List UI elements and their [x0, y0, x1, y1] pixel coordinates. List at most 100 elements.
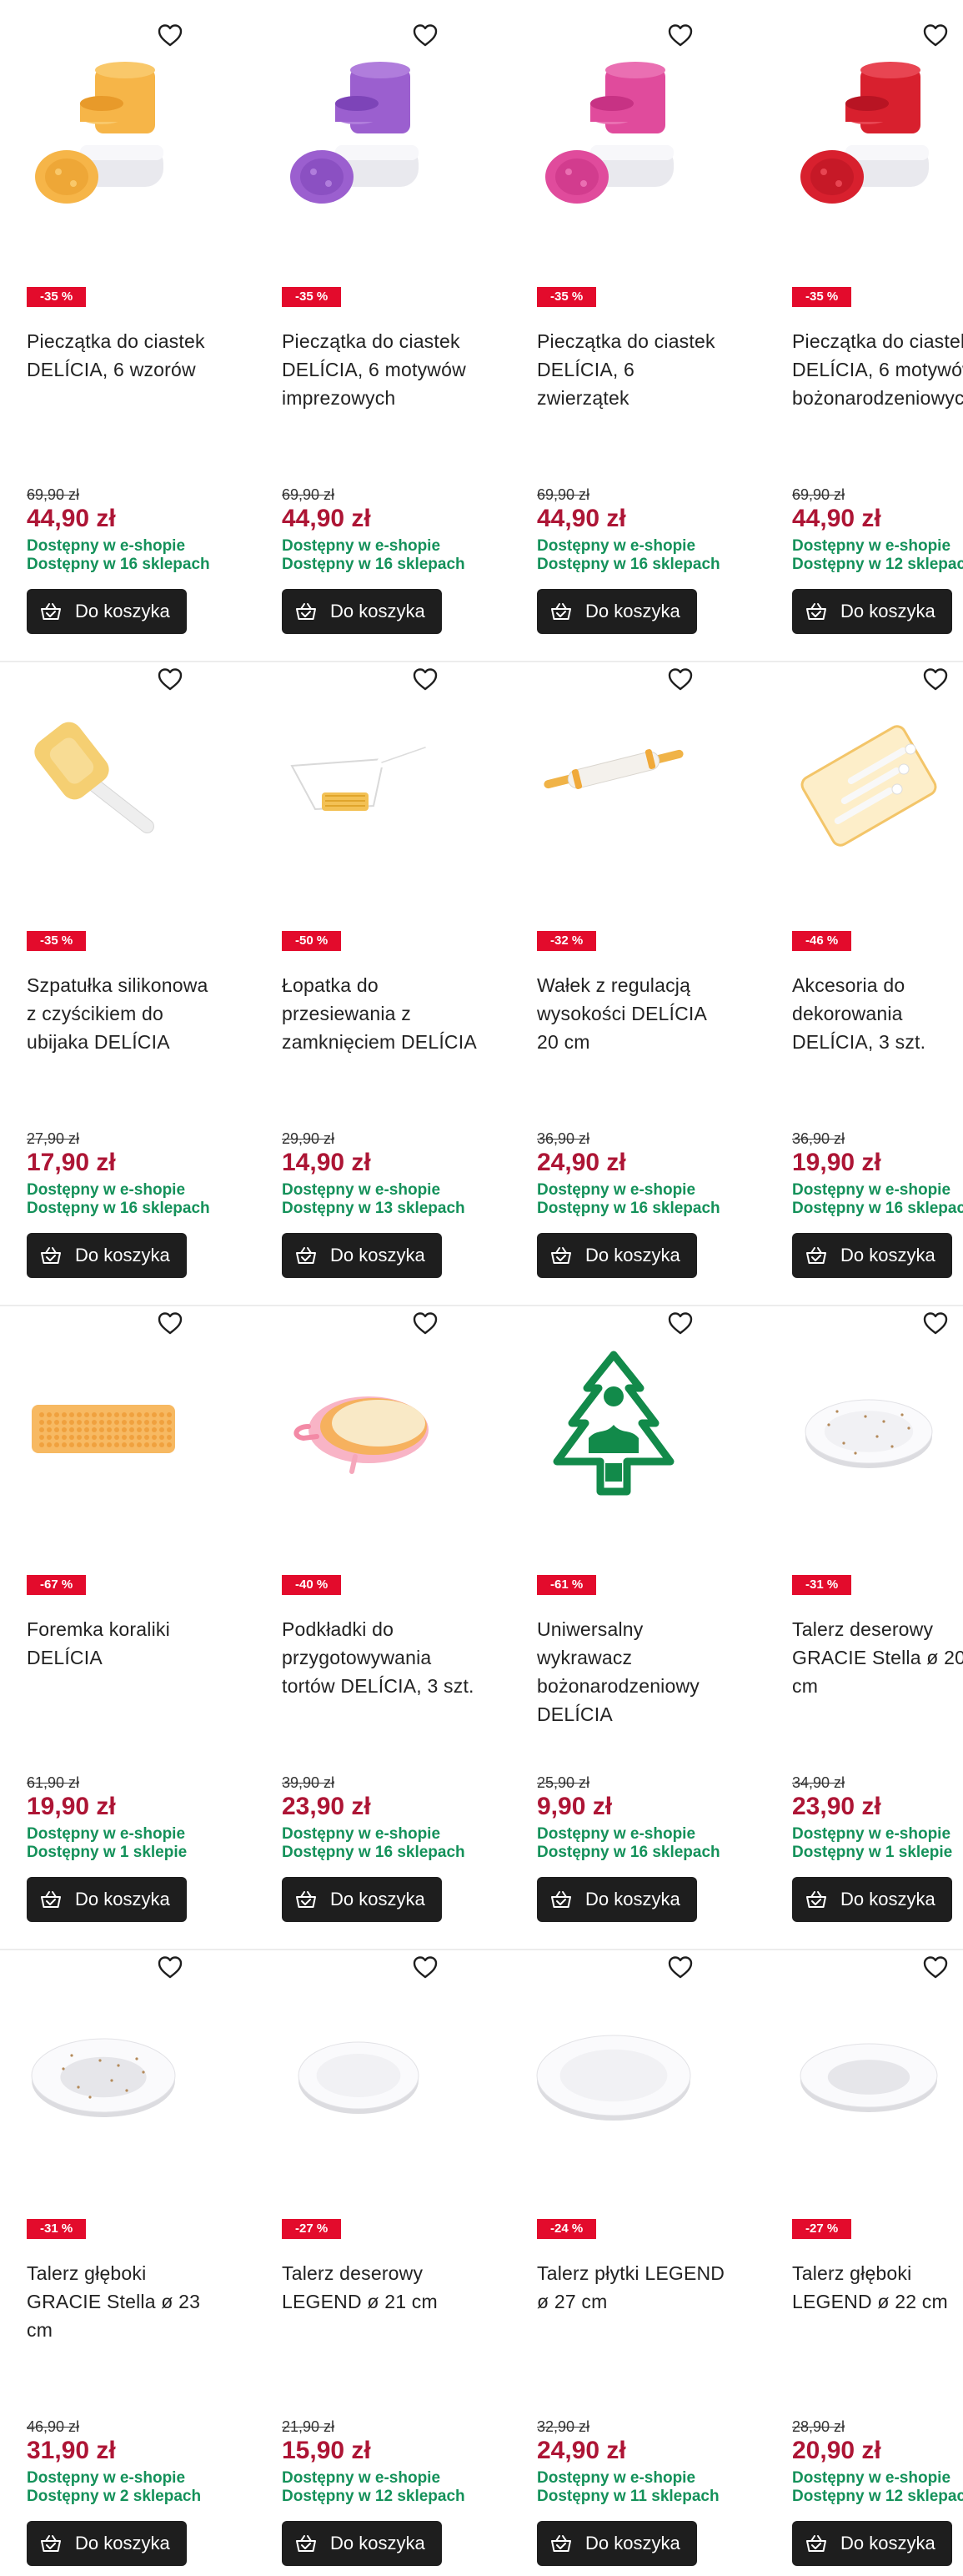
add-to-cart-button[interactable]: Do koszyka	[27, 1233, 187, 1278]
product-card[interactable]: -27 % Talerz deserowy LEGEND ø 21 cm 21,…	[255, 1932, 497, 2576]
product-card[interactable]: -40 % Podkładki do przygotowywania tortó…	[255, 1288, 497, 1932]
availability-stores[interactable]: Dostępny w 13 sklepach	[282, 1200, 465, 1218]
product-card[interactable]: -32 % Wałek z regulacją wysokości DELÍCI…	[510, 644, 752, 1288]
product-card[interactable]: -67 % Foremka koraliki DELÍCIA 61,90 zł …	[0, 1288, 242, 1932]
product-card[interactable]: -50 % Łopatka do przesiewania z zamknięc…	[255, 644, 497, 1288]
availability-stores[interactable]: Dostępny w 12 sklepach	[282, 2488, 465, 2506]
product-name[interactable]: Foremka koraliki DELÍCIA	[27, 1615, 222, 1672]
add-to-cart-button[interactable]: Do koszyka	[27, 1877, 187, 1922]
product-image[interactable]	[20, 57, 187, 224]
product-name[interactable]: Uniwersalny wykrawacz bożonarodzeniowy D…	[537, 1615, 732, 1728]
wishlist-button[interactable]	[920, 20, 950, 50]
availability-stores[interactable]: Dostępny w 16 sklepach	[537, 1200, 720, 1218]
product-name[interactable]: Talerz głęboki LEGEND ø 22 cm	[792, 2259, 963, 2316]
product-card[interactable]: -35 % Pieczątka do ciastek DELÍCIA, 6 zw…	[510, 0, 752, 644]
product-card[interactable]: -24 % Talerz płytki LEGEND ø 27 cm 32,90…	[510, 1932, 752, 2576]
wishlist-button[interactable]	[410, 1952, 440, 1982]
discount-badge: -32 %	[537, 931, 597, 951]
product-card[interactable]: -31 % Talerz głęboki GRACIE Stella ø 23 …	[0, 1932, 242, 2576]
wishlist-button[interactable]	[920, 664, 950, 694]
product-image[interactable]	[785, 57, 952, 224]
add-to-cart-button[interactable]: Do koszyka	[282, 2521, 442, 2566]
availability-stores[interactable]: Dostępny w 16 sklepach	[27, 556, 210, 574]
product-card[interactable]: -35 % Szpatułka silikonowa z czyścikiem …	[0, 644, 242, 1288]
wishlist-button[interactable]	[155, 1952, 185, 1982]
product-name[interactable]: Pieczątka do ciastek DELÍCIA, 6 wzorów	[27, 327, 222, 384]
availability-stores[interactable]: Dostępny w 1 sklepie	[27, 1844, 187, 1862]
add-to-cart-button[interactable]: Do koszyka	[537, 1877, 697, 1922]
availability-stores[interactable]: Dostępny w 16 sklepach	[27, 1200, 210, 1218]
availability-stores[interactable]: Dostępny w 16 sklepach	[537, 1844, 720, 1862]
add-to-cart-button[interactable]: Do koszyka	[792, 2521, 952, 2566]
product-image[interactable]	[275, 1345, 442, 1512]
add-to-cart-button[interactable]: Do koszyka	[792, 1877, 952, 1922]
product-name[interactable]: Podkładki do przygotowywania tortów DELÍ…	[282, 1615, 477, 1700]
product-image[interactable]	[20, 1345, 187, 1512]
product-name[interactable]: Pieczątka do ciastek DELÍCIA, 6 motywów …	[282, 327, 477, 412]
product-name[interactable]: Talerz deserowy GRACIE Stella ø 20 cm	[792, 1615, 963, 1700]
wishlist-button[interactable]	[155, 664, 185, 694]
wishlist-button[interactable]	[155, 1308, 185, 1338]
availability-stores[interactable]: Dostępny w 12 sklepach	[792, 2488, 963, 2506]
availability-stores[interactable]: Dostępny w 16 sklepach	[282, 1844, 465, 1862]
availability-stores[interactable]: Dostępny w 16 sklepach	[282, 556, 465, 574]
product-image[interactable]	[530, 57, 697, 224]
discount-badge: -27 %	[792, 2219, 852, 2239]
add-to-cart-button[interactable]: Do koszyka	[27, 2521, 187, 2566]
product-image[interactable]	[20, 1989, 187, 2156]
product-image[interactable]	[275, 57, 442, 224]
product-card[interactable]: -31 % Talerz deserowy GRACIE Stella ø 20…	[765, 1288, 963, 1932]
add-to-cart-button[interactable]: Do koszyka	[27, 589, 187, 634]
product-name[interactable]: Łopatka do przesiewania z zamknięciem DE…	[282, 971, 477, 1056]
product-image[interactable]	[530, 1345, 697, 1512]
heart-outline-icon	[665, 664, 695, 694]
add-to-cart-button[interactable]: Do koszyka	[282, 589, 442, 634]
product-name[interactable]: Talerz deserowy LEGEND ø 21 cm	[282, 2259, 477, 2316]
add-to-cart-button[interactable]: Do koszyka	[537, 1233, 697, 1278]
wishlist-button[interactable]	[665, 1308, 695, 1338]
wishlist-button[interactable]	[920, 1952, 950, 1982]
product-card[interactable]: -35 % Pieczątka do ciastek DELÍCIA, 6 mo…	[765, 0, 963, 644]
product-name[interactable]: Wałek z regulacją wysokości DELÍCIA 20 c…	[537, 971, 732, 1056]
product-name[interactable]: Pieczątka do ciastek DELÍCIA, 6 zwierząt…	[537, 327, 732, 412]
add-to-cart-button[interactable]: Do koszyka	[792, 589, 952, 634]
product-image[interactable]	[20, 701, 187, 868]
product-name[interactable]: Talerz głęboki GRACIE Stella ø 23 cm	[27, 2259, 222, 2344]
wishlist-button[interactable]	[410, 1308, 440, 1338]
wishlist-button[interactable]	[410, 664, 440, 694]
product-name[interactable]: Akcesoria do dekorowania DELÍCIA, 3 szt.	[792, 971, 963, 1056]
availability-stores[interactable]: Dostępny w 11 sklepach	[537, 2488, 720, 2506]
product-image[interactable]	[275, 1989, 442, 2156]
product-image[interactable]	[785, 701, 952, 868]
product-card[interactable]: -35 % Pieczątka do ciastek DELÍCIA, 6 wz…	[0, 0, 242, 644]
product-image[interactable]	[785, 1345, 952, 1512]
availability-stores[interactable]: Dostępny w 16 sklepach	[792, 1200, 963, 1218]
availability-stores[interactable]: Dostępny w 16 sklepach	[537, 556, 720, 574]
product-image[interactable]	[785, 1989, 952, 2156]
availability-stores[interactable]: Dostępny w 2 sklepach	[27, 2488, 201, 2506]
wishlist-button[interactable]	[920, 1308, 950, 1338]
add-to-cart-button[interactable]: Do koszyka	[537, 2521, 697, 2566]
product-card[interactable]: -46 % Akcesoria do dekorowania DELÍCIA, …	[765, 644, 963, 1288]
availability-stores[interactable]: Dostępny w 1 sklepie	[792, 1844, 952, 1862]
add-to-cart-button[interactable]: Do koszyka	[537, 589, 697, 634]
product-name[interactable]: Szpatułka silikonowa z czyścikiem do ubi…	[27, 971, 222, 1056]
add-to-cart-button[interactable]: Do koszyka	[792, 1233, 952, 1278]
add-to-cart-label: Do koszyka	[330, 601, 425, 621]
wishlist-button[interactable]	[155, 20, 185, 50]
add-to-cart-button[interactable]: Do koszyka	[282, 1877, 442, 1922]
wishlist-button[interactable]	[665, 20, 695, 50]
wishlist-button[interactable]	[665, 664, 695, 694]
product-name[interactable]: Pieczątka do ciastek DELÍCIA, 6 motywów …	[792, 327, 963, 412]
product-card[interactable]: -35 % Pieczątka do ciastek DELÍCIA, 6 mo…	[255, 0, 497, 644]
wishlist-button[interactable]	[665, 1952, 695, 1982]
product-image[interactable]	[530, 701, 697, 868]
product-image[interactable]	[530, 1989, 697, 2156]
product-card[interactable]: -27 % Talerz głęboki LEGEND ø 22 cm 28,9…	[765, 1932, 963, 2576]
add-to-cart-button[interactable]: Do koszyka	[282, 1233, 442, 1278]
product-name[interactable]: Talerz płytki LEGEND ø 27 cm	[537, 2259, 732, 2316]
product-image[interactable]	[275, 701, 442, 868]
product-card[interactable]: -61 % Uniwersalny wykrawacz bożonarodzen…	[510, 1288, 752, 1932]
wishlist-button[interactable]	[410, 20, 440, 50]
availability-stores[interactable]: Dostępny w 12 sklepach	[792, 556, 963, 574]
